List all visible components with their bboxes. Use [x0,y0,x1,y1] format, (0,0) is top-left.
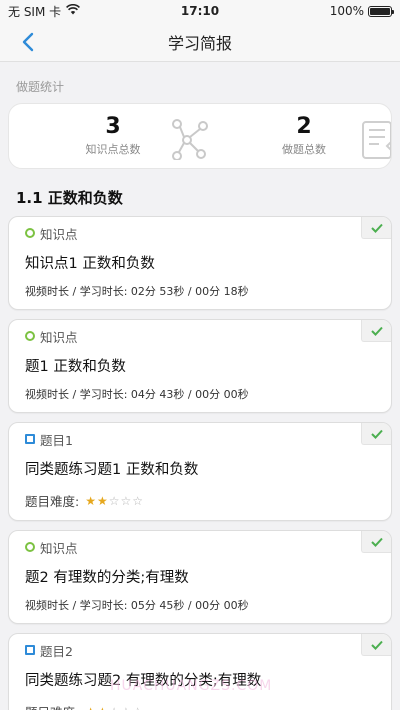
knowledge-card[interactable]: 知识点 知识点1 正数和负数 视频时长 / 学习时长: 02分 53秒 / 00… [8,216,392,310]
card-tag: 知识点 [25,539,375,556]
question-count: 2 [296,114,312,139]
check-badge [361,320,391,342]
question-card[interactable]: 题目2 同类题练习题2 有理数的分类;有理数 题目难度: ★★☆☆☆ [8,633,392,710]
card-tag-label: 知识点 [40,226,78,242]
card-tag-label: 知识点 [40,540,78,556]
knowledge-dot-icon [25,542,35,552]
card-title: 题1 正数和负数 [25,359,126,375]
card-duration: 视频时长 / 学习时长: 02分 53秒 / 00分 18秒 [25,285,249,298]
status-right: 100% [329,4,394,18]
status-bar: 无 SIM 卡 17:10 100% [0,0,400,22]
check-icon [370,537,383,547]
check-badge [361,634,391,656]
question-card[interactable]: 题目1 同类题练习题1 正数和负数 题目难度: ★ ★ ☆ ☆ ☆ [8,422,392,521]
knowledge-card[interactable]: 知识点 题2 有理数的分类;有理数 视频时长 / 学习时长: 05分 45秒 /… [8,530,392,624]
check-icon [370,429,383,439]
question-count-label: 做题总数 [282,143,326,156]
card-title: 同类题练习题2 有理数的分类;有理数 [25,673,262,689]
knowledge-dot-icon [25,331,35,341]
card-tag: 题目1 [25,431,375,448]
knowledge-card[interactable]: 知识点 题1 正数和负数 视频时长 / 学习时长: 04分 43秒 / 00分 … [8,319,392,413]
chapter-title: 1.1 正数和负数 [16,189,123,207]
star-filled-icon: ★ [85,705,96,710]
network-graph-icon [172,119,208,160]
difficulty-row: 题目难度: ★★☆☆☆ [25,702,375,710]
carrier-text: 无 SIM 卡 [8,4,62,19]
knowledge-count: 3 [105,114,121,139]
nav-bar: 学习简报 [0,22,400,62]
card-tag-label: 知识点 [40,329,78,345]
card-title: 题2 有理数的分类;有理数 [25,570,189,586]
card-duration: 视频时长 / 学习时长: 05分 45秒 / 00分 00秒 [25,599,249,612]
card-tag: 知识点 [25,328,375,345]
battery-icon [368,5,394,17]
star-filled-icon: ★ [85,493,96,508]
card-tag: 知识点 [25,225,375,242]
question-square-icon [25,434,35,444]
star-empty-icon: ☆ [120,493,132,508]
wifi-icon [66,3,81,18]
check-icon [370,326,383,336]
difficulty-stars: ★★☆☆☆ [85,705,143,710]
back-button[interactable] [14,28,42,56]
difficulty-label: 题目难度: [25,702,79,710]
stats-caption: 做题统计 [16,80,65,94]
status-left: 无 SIM 卡 [8,3,81,20]
star-empty-icon: ☆ [132,493,144,508]
knowledge-dot-icon [25,228,35,238]
question-square-icon [25,645,35,655]
star-filled-icon: ★ [97,705,108,710]
card-title: 同类题练习题1 正数和负数 [25,462,199,478]
difficulty-label: 题目难度: [25,494,80,509]
card-tag-label: 题目2 [40,643,73,659]
stats-card: 3 知识点总数 2 做题总数 [8,103,392,169]
battery-percent: 100% [329,4,364,18]
document-icon [362,121,391,159]
difficulty-row: 题目难度: ★★☆☆☆ [25,491,375,510]
star-filled-icon: ★ [96,493,108,508]
check-icon [370,223,383,233]
star-empty-icon: ☆ [108,493,120,508]
chevron-left-icon [22,32,34,52]
check-icon [370,640,383,650]
question-stat: 2 做题总数 [244,114,364,157]
check-badge [361,531,391,553]
difficulty-stars: ★★☆☆☆ [85,494,143,508]
page-title: 学习简报 [167,33,232,53]
knowledge-count-label: 知识点总数 [85,143,141,156]
knowledge-stat: 3 知识点总数 [53,114,173,157]
card-tag-label: 题目1 [40,432,73,448]
card-duration: 视频时长 / 学习时长: 04分 43秒 / 00分 00秒 [25,388,249,401]
check-badge [361,423,391,445]
check-badge [361,217,391,239]
card-title: 知识点1 正数和负数 [25,256,155,272]
card-tag: 题目2 [25,642,375,659]
star-empty-icon: ☆ [109,705,120,710]
star-empty-icon: ☆ [132,705,143,710]
star-empty-icon: ☆ [121,705,132,710]
card-list: 知识点 知识点1 正数和负数 视频时长 / 学习时长: 02分 53秒 / 00… [0,216,400,710]
